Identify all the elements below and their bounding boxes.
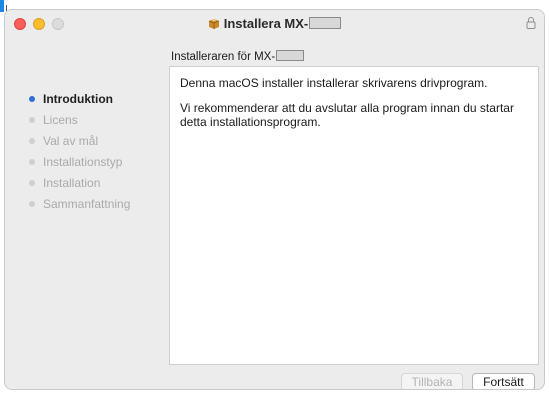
step-label: Licens	[43, 113, 78, 127]
continue-button[interactable]: Fortsätt	[472, 373, 535, 389]
step-dot	[29, 159, 35, 165]
step-list: Introduktion Licens Val av mål Installat…	[29, 92, 130, 218]
title-bar[interactable]: Installera MX-	[5, 10, 544, 36]
step-label: Val av mål	[43, 134, 99, 148]
step-val-av-mal: Val av mål	[29, 134, 130, 155]
window-title: Installera MX-	[5, 16, 544, 31]
package-icon	[208, 19, 219, 29]
step-licens: Licens	[29, 113, 130, 134]
step-introduktion: Introduktion	[29, 92, 130, 113]
installer-subtitle-text: Installeraren för MX-	[171, 51, 276, 63]
corner-accent	[0, 0, 4, 12]
step-dot	[29, 201, 35, 207]
step-label: Sammanfattning	[43, 197, 131, 211]
step-installationstyp: Installationstyp	[29, 155, 130, 176]
step-sammanfattning: Sammanfattning	[29, 197, 130, 218]
lock-icon	[526, 17, 536, 29]
intro-paragraph: Denna macOS installer installerar skriva…	[180, 76, 488, 90]
installer-subtitle: Installeraren för MX-	[171, 50, 305, 63]
installer-window: Installera MX- Installeraren för MX- Int…	[4, 9, 545, 390]
step-dot	[29, 138, 35, 144]
content-panel[interactable]: Denna macOS installer installerar skriva…	[169, 66, 539, 365]
step-dot	[29, 96, 35, 102]
redacted-model-subtitle	[276, 50, 305, 61]
step-label: Introduktion	[43, 92, 113, 106]
redacted-model	[309, 17, 342, 29]
step-dot	[29, 180, 35, 186]
step-installation: Installation	[29, 176, 130, 197]
window-title-text: Installera MX-	[223, 16, 309, 31]
step-dot	[29, 117, 35, 123]
back-button[interactable]: Tillbaka	[401, 373, 463, 389]
step-label: Installationstyp	[43, 155, 123, 169]
recommendation-paragraph: Vi rekommenderar att du avslutar alla pr…	[180, 101, 514, 129]
step-label: Installation	[43, 176, 101, 190]
